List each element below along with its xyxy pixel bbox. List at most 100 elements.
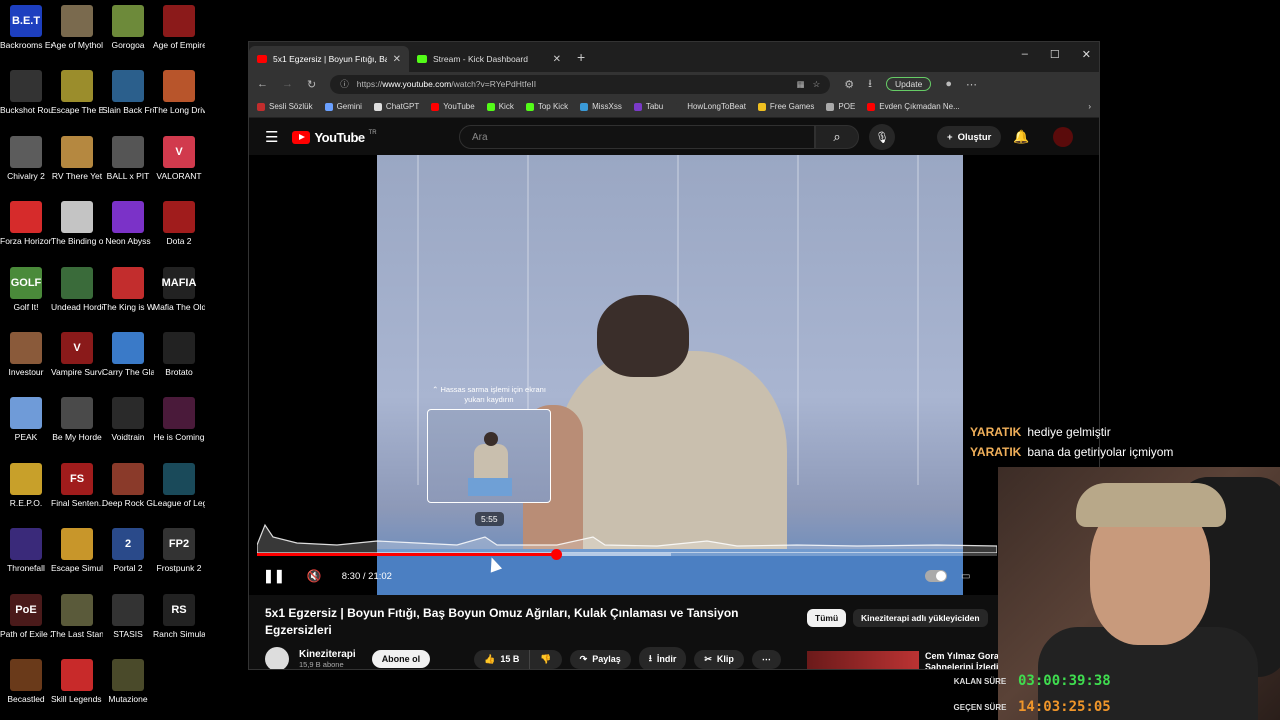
autoplay-toggle[interactable]	[925, 570, 947, 582]
subscribe-button[interactable]: Abone ol	[371, 650, 431, 668]
bookmark-item[interactable]: HowLongToBeat	[675, 102, 746, 111]
favorite-star-icon[interactable]: ☆	[813, 79, 821, 90]
voice-search-button[interactable]: 🎙	[869, 124, 895, 150]
forward-icon[interactable]: →	[282, 78, 293, 90]
desktop-shortcut[interactable]: Carry The Glass	[102, 332, 154, 377]
desktop-shortcut[interactable]: BALL x PIT	[102, 135, 154, 181]
channel-name[interactable]: Kineziterapi	[299, 649, 356, 660]
chip-from-uploader[interactable]: Kineziterapi adlı yükleyiciden	[853, 609, 988, 627]
reload-icon[interactable]: ↻	[307, 78, 316, 91]
desktop-shortcut[interactable]: Brotato	[153, 332, 205, 377]
desktop-shortcut[interactable]: The Last Stand Af...	[51, 593, 103, 639]
desktop-shortcut[interactable]: V Vampire Survivors	[51, 332, 103, 377]
desktop-shortcut[interactable]: STASIS	[102, 593, 154, 639]
maximize-icon[interactable]: ☐	[1050, 48, 1060, 61]
close-tab-icon[interactable]: ✕	[553, 54, 561, 65]
bookmark-item[interactable]: Tabu	[633, 102, 663, 111]
desktop-shortcut[interactable]: Voidtrain	[102, 397, 154, 442]
desktop-shortcut[interactable]: Mutazione	[102, 659, 154, 704]
channel-avatar[interactable]	[265, 647, 289, 669]
url-field[interactable]: ⓘ https://www.youtube.com/watch?v=RYePdH…	[330, 74, 831, 94]
desktop-shortcut[interactable]: He is Coming	[153, 397, 205, 442]
menu-dots-icon[interactable]: ⋯	[966, 78, 977, 91]
download-icon[interactable]: ⭳	[868, 75, 872, 94]
desktop-shortcut[interactable]: FS Final Senten...	[51, 462, 103, 508]
desktop-shortcut[interactable]: Buckshot Roulette	[0, 70, 52, 115]
bookmark-item[interactable]: Gemini	[324, 102, 362, 111]
muted-volume-icon[interactable]: 🔇	[307, 569, 322, 583]
progress-bar[interactable]	[257, 549, 997, 560]
desktop-shortcut[interactable]: PEAK	[0, 397, 52, 442]
site-info-icon[interactable]: ⓘ	[340, 78, 349, 90]
search-input[interactable]: Ara	[459, 125, 815, 149]
create-button[interactable]: + Oluştur	[937, 126, 1002, 148]
bookmark-item[interactable]: Kick	[486, 102, 514, 111]
more-actions-button[interactable]: ⋯	[751, 649, 781, 669]
hamburger-menu-icon[interactable]: ☰	[265, 128, 278, 146]
desktop-shortcut[interactable]: B.E.T Backrooms Escape T...	[0, 5, 52, 50]
desktop-shortcut[interactable]: R.E.P.O.	[0, 462, 52, 508]
desktop-shortcut[interactable]: Dota 2	[153, 201, 205, 246]
notifications-bell-icon[interactable]: 🔔	[1013, 129, 1029, 145]
video-player[interactable]: ⌃ Hassas sarma işlemi için ekranı yukarı…	[249, 155, 1099, 595]
dislike-button[interactable]: 👎	[529, 649, 562, 669]
desktop-shortcut[interactable]: Gorogoa	[102, 5, 154, 50]
clip-button[interactable]: ✂ Klip	[694, 649, 744, 669]
new-tab-icon[interactable]: +	[577, 49, 585, 65]
bookmark-item[interactable]: POE	[826, 102, 855, 111]
like-button[interactable]: 👍 15 B	[474, 649, 530, 669]
desktop-shortcut[interactable]: RS Ranch Simulator	[153, 593, 205, 639]
extensions-icon[interactable]: ⚙	[844, 78, 854, 91]
subtitles-icon[interactable]: ▭	[961, 571, 970, 582]
bookmark-item[interactable]: Evden Çıkmadan Ne...	[867, 102, 960, 111]
download-button[interactable]: ⭳ İndir	[638, 647, 687, 669]
pause-icon[interactable]: ❚❚	[263, 568, 285, 584]
progress-scrubber-handle[interactable]	[551, 549, 563, 560]
share-button[interactable]: ↷ Paylaş	[569, 649, 631, 669]
chip-all[interactable]: Tümü	[807, 609, 847, 627]
desktop-shortcut[interactable]: 2 Portal 2	[102, 528, 154, 573]
desktop-shortcut[interactable]: Neon Abyss	[102, 201, 154, 246]
search-button[interactable]: ⌕	[815, 125, 859, 149]
update-button[interactable]: Update	[885, 77, 932, 91]
desktop-shortcut[interactable]: Escape Simulator	[51, 528, 103, 573]
back-icon[interactable]: ←	[257, 78, 268, 90]
desktop-shortcut[interactable]: Be My Horde	[51, 397, 103, 442]
bookmark-item[interactable]: Free Games	[757, 102, 814, 111]
desktop-shortcut[interactable]: RV There Yet	[51, 135, 103, 181]
bookmark-item[interactable]: Top Kick	[525, 102, 568, 111]
desktop-shortcut[interactable]: Becastled	[0, 659, 52, 704]
close-tab-icon[interactable]: ✕	[393, 54, 401, 65]
desktop-shortcut[interactable]: Investour	[0, 332, 52, 377]
profile-icon[interactable]: ●	[945, 78, 952, 90]
desktop-shortcut[interactable]: The Long Drive	[153, 70, 205, 115]
desktop-shortcut[interactable]: Thronefall	[0, 528, 52, 573]
youtube-logo[interactable]: YouTube TR	[292, 130, 377, 145]
tab-youtube[interactable]: 5x1 Egzersiz | Boyun Fıtığı, Baş Bo ✕	[249, 46, 409, 72]
desktop-shortcut[interactable]: Forza Horizon 4	[0, 201, 52, 246]
desktop-shortcut[interactable]: Skill Legends Royale	[51, 659, 103, 704]
desktop-shortcut[interactable]: League of Legends	[153, 462, 205, 508]
bookmark-item[interactable]: YouTube	[431, 102, 475, 111]
more-bookmarks-icon[interactable]: ›	[1088, 102, 1091, 111]
desktop-shortcut[interactable]: Age of Mytholo...	[51, 5, 103, 50]
close-window-icon[interactable]: ✕	[1082, 48, 1091, 61]
desktop-shortcut[interactable]: Undead Horde 2 ...	[51, 266, 103, 312]
bookmark-item[interactable]: Sesli Sözlük	[257, 102, 313, 111]
desktop-shortcut[interactable]: Chivalry 2	[0, 135, 52, 181]
desktop-shortcut[interactable]: MAFIA Mafia The Old Country	[153, 266, 205, 312]
bookmark-item[interactable]: ChatGPT	[373, 102, 419, 111]
desktop-shortcut[interactable]: GOLF Golf It!	[0, 266, 52, 312]
recommended-video-thumbnail[interactable]	[807, 651, 919, 669]
minimize-icon[interactable]: –	[1022, 48, 1028, 61]
desktop-shortcut[interactable]: Slain Back From Hell	[102, 70, 154, 115]
app-available-icon[interactable]: ▦	[797, 79, 805, 90]
desktop-shortcut[interactable]: The King is Watching	[102, 266, 154, 312]
desktop-shortcut[interactable]: FP2 Frostpunk 2	[153, 528, 205, 573]
avatar[interactable]	[1053, 127, 1073, 147]
desktop-shortcut[interactable]: V VALORANT	[153, 135, 205, 181]
desktop-shortcut[interactable]: The Binding of Isaac R...	[51, 201, 103, 246]
desktop-shortcut[interactable]: Deep Rock Galactic	[102, 462, 154, 508]
desktop-shortcut[interactable]: Escape The Backrooms	[51, 70, 103, 115]
bookmark-item[interactable]: MissXss	[580, 102, 622, 111]
